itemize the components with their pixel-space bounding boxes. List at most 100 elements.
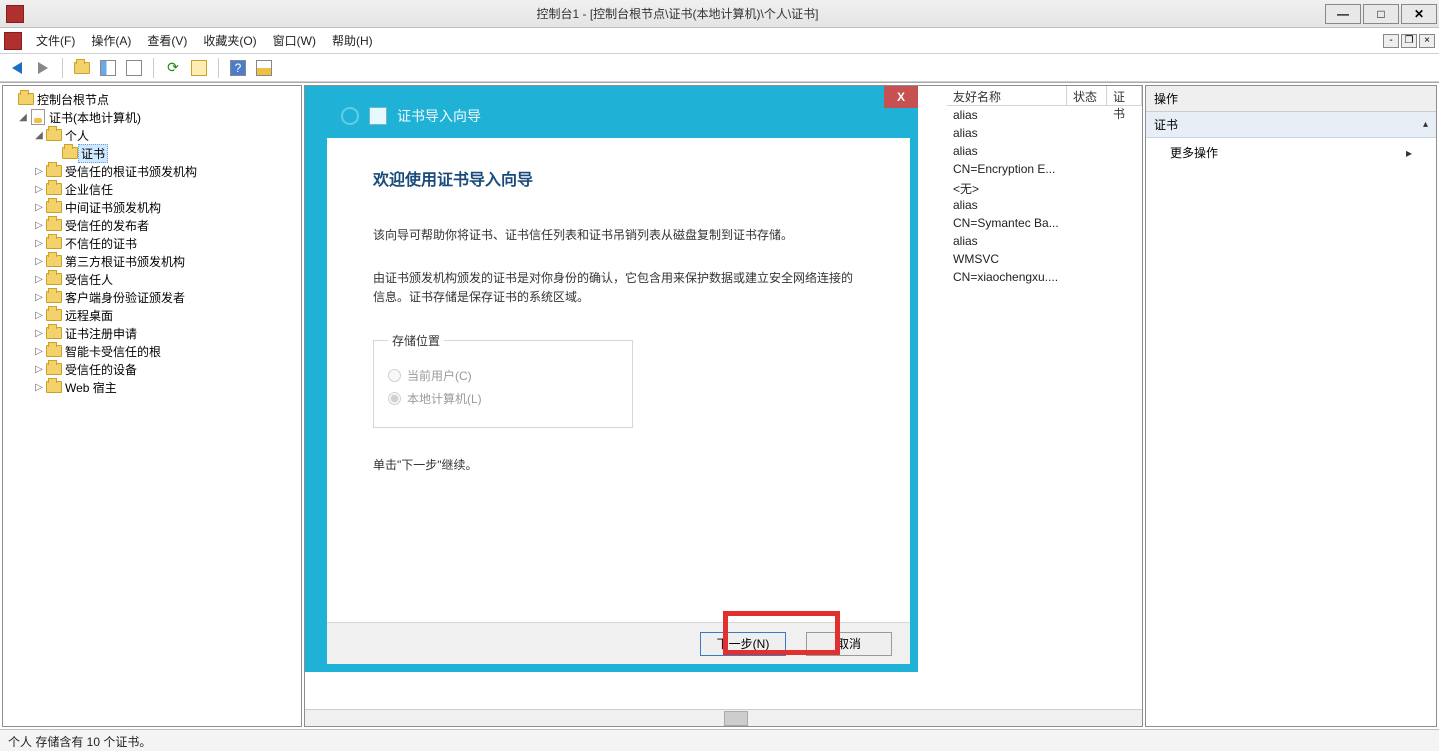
list-item[interactable]: <无> bbox=[947, 178, 1142, 196]
list-item[interactable]: alias bbox=[947, 142, 1142, 160]
tree-item[interactable]: ▷第三方根证书颁发机构 bbox=[3, 252, 301, 270]
wizard-hint: 单击"下一步"继续。 bbox=[373, 456, 864, 475]
cancel-button[interactable]: 取消 bbox=[806, 632, 892, 656]
menu-file[interactable]: 文件(F) bbox=[28, 28, 83, 53]
collapse-icon[interactable]: ◢ bbox=[17, 112, 29, 123]
col-status[interactable]: 状态 bbox=[1067, 86, 1107, 105]
minimize-button[interactable]: — bbox=[1325, 4, 1361, 24]
menu-help[interactable]: 帮助(H) bbox=[324, 28, 381, 53]
folder-icon bbox=[46, 237, 62, 249]
tree-item[interactable]: ▷客户端身份验证颁发者 bbox=[3, 288, 301, 306]
forward-button[interactable] bbox=[32, 57, 54, 79]
list-item[interactable]: CN=Encryption E... bbox=[947, 160, 1142, 178]
toolbar: ⟳ ? bbox=[0, 54, 1439, 82]
wizard-paragraph-2: 由证书颁发机构颁发的证书是对你身份的确认，它包含用来保护数据或建立安全网络连接的… bbox=[373, 269, 864, 307]
expand-icon[interactable]: ▷ bbox=[33, 292, 45, 303]
list-item[interactable]: alias bbox=[947, 232, 1142, 250]
tree-item[interactable]: ▷不信任的证书 bbox=[3, 234, 301, 252]
tree-item[interactable]: ▷ 中间证书颁发机构 bbox=[3, 198, 301, 216]
properties-button[interactable] bbox=[253, 57, 275, 79]
list-item[interactable]: CN=Symantec Ba... bbox=[947, 214, 1142, 232]
expand-icon[interactable]: ▷ bbox=[33, 184, 45, 195]
tree-item-label: 智能卡受信任的根 bbox=[62, 342, 164, 361]
folder-icon bbox=[18, 93, 34, 105]
radio-current-user-input bbox=[388, 369, 401, 382]
col-friendly-name[interactable]: 友好名称 bbox=[947, 86, 1067, 105]
tree-root[interactable]: 控制台根节点 bbox=[3, 90, 301, 108]
folder-icon bbox=[46, 201, 62, 213]
radio-local-machine-label: 本地计算机(L) bbox=[407, 390, 482, 407]
tree-item[interactable]: ▷Web 宿主 bbox=[3, 378, 301, 396]
collapse-up-icon: ▴ bbox=[1423, 119, 1428, 130]
list-item[interactable]: alias bbox=[947, 124, 1142, 142]
copy-button[interactable] bbox=[123, 57, 145, 79]
expand-icon[interactable]: ▷ bbox=[33, 346, 45, 357]
tree-personal-label: 个人 bbox=[62, 126, 92, 145]
copy-icon bbox=[126, 60, 142, 76]
tree-item[interactable]: ▷ 智能卡受信任的根 bbox=[3, 342, 301, 360]
cert-list[interactable]: 友好名称 状态 证书 aliasaliasaliasCN=Encryption … bbox=[947, 86, 1142, 286]
tree-item[interactable]: ▷受信任的设备 bbox=[3, 360, 301, 378]
tree-item[interactable]: ▷远程桌面 bbox=[3, 306, 301, 324]
mdi-restore[interactable]: ❐ bbox=[1401, 34, 1417, 48]
tree-certificates[interactable]: 证书 bbox=[3, 144, 301, 162]
actions-section-certificates[interactable]: 证书 ▴ bbox=[1146, 112, 1436, 138]
tree-item[interactable]: ▷证书注册申请 bbox=[3, 324, 301, 342]
up-button[interactable] bbox=[71, 57, 93, 79]
expand-icon[interactable]: ▷ bbox=[33, 256, 45, 267]
expand-icon[interactable]: ▷ bbox=[33, 166, 45, 177]
tree-item[interactable]: ▷受信任的发布者 bbox=[3, 216, 301, 234]
expand-icon[interactable]: ▷ bbox=[33, 238, 45, 249]
scrollbar-thumb[interactable] bbox=[724, 711, 748, 726]
next-button[interactable]: 下一步(N) bbox=[700, 632, 786, 656]
body: 控制台根节点 ◢ 证书(本地计算机) ◢ 个人 证书 ▷受信任的根证书颁发机构▷… bbox=[0, 82, 1439, 729]
show-hide-tree-button[interactable] bbox=[97, 57, 119, 79]
radio-current-user: 当前用户(C) bbox=[388, 367, 618, 384]
window-title: 控制台1 - [控制台根节点\证书(本地计算机)\个人\证书] bbox=[30, 5, 1325, 22]
tree-cert-root[interactable]: ◢ 证书(本地计算机) bbox=[3, 108, 301, 126]
mdi-close[interactable]: × bbox=[1419, 34, 1435, 48]
menu-favorites[interactable]: 收藏夹(O) bbox=[195, 28, 264, 53]
statusbar: 个人 存储含有 10 个证书。 bbox=[0, 729, 1439, 751]
dialog-close-button[interactable]: X bbox=[884, 86, 918, 108]
expand-icon[interactable]: ▷ bbox=[33, 202, 45, 213]
menu-view[interactable]: 查看(V) bbox=[139, 28, 195, 53]
expand-icon[interactable]: ▷ bbox=[33, 220, 45, 231]
expand-icon[interactable]: ▷ bbox=[33, 274, 45, 285]
col-cert-template[interactable]: 证书 bbox=[1107, 86, 1142, 105]
help-button[interactable]: ? bbox=[227, 57, 249, 79]
folder-icon bbox=[46, 309, 62, 321]
back-button[interactable] bbox=[6, 57, 28, 79]
tree-cert-root-label: 证书(本地计算机) bbox=[46, 108, 144, 127]
actions-more[interactable]: 更多操作 ▸ bbox=[1146, 138, 1436, 167]
expand-icon[interactable]: ▷ bbox=[33, 364, 45, 375]
export-button[interactable] bbox=[188, 57, 210, 79]
mdi-minimize[interactable]: - bbox=[1383, 34, 1399, 48]
collapse-icon[interactable]: ◢ bbox=[33, 130, 45, 141]
horizontal-scrollbar[interactable] bbox=[305, 709, 1142, 726]
list-item[interactable]: WMSVC bbox=[947, 250, 1142, 268]
list-item[interactable]: alias bbox=[947, 106, 1142, 124]
mmc-icon bbox=[4, 32, 22, 50]
refresh-button[interactable]: ⟳ bbox=[162, 57, 184, 79]
tree-item-label: 中间证书颁发机构 bbox=[62, 198, 164, 217]
menu-window[interactable]: 窗口(W) bbox=[265, 28, 324, 53]
menu-action[interactable]: 操作(A) bbox=[83, 28, 139, 53]
help-icon: ? bbox=[230, 60, 246, 76]
list-item[interactable]: alias bbox=[947, 196, 1142, 214]
folder-up-icon bbox=[74, 62, 90, 74]
tree-item[interactable]: ▷ 受信任的根证书颁发机构 bbox=[3, 162, 301, 180]
list-item[interactable]: CN=xiaochengxu.... bbox=[947, 268, 1142, 286]
tree-item[interactable]: ▷受信任人 bbox=[3, 270, 301, 288]
tree-personal[interactable]: ◢ 个人 bbox=[3, 126, 301, 144]
expand-icon[interactable]: ▷ bbox=[33, 328, 45, 339]
close-button[interactable]: ✕ bbox=[1401, 4, 1437, 24]
expand-icon[interactable]: ▷ bbox=[33, 310, 45, 321]
tree-item[interactable]: ▷企业信任 bbox=[3, 180, 301, 198]
expand-icon[interactable]: ▷ bbox=[33, 382, 45, 393]
tree-panel[interactable]: 控制台根节点 ◢ 证书(本地计算机) ◢ 个人 证书 ▷受信任的根证书颁发机构▷… bbox=[2, 85, 302, 727]
maximize-button[interactable]: □ bbox=[1363, 4, 1399, 24]
tree-item-label: 受信任的根证书颁发机构 bbox=[62, 162, 200, 181]
list-header: 友好名称 状态 证书 bbox=[947, 86, 1142, 106]
folder-icon bbox=[46, 291, 62, 303]
